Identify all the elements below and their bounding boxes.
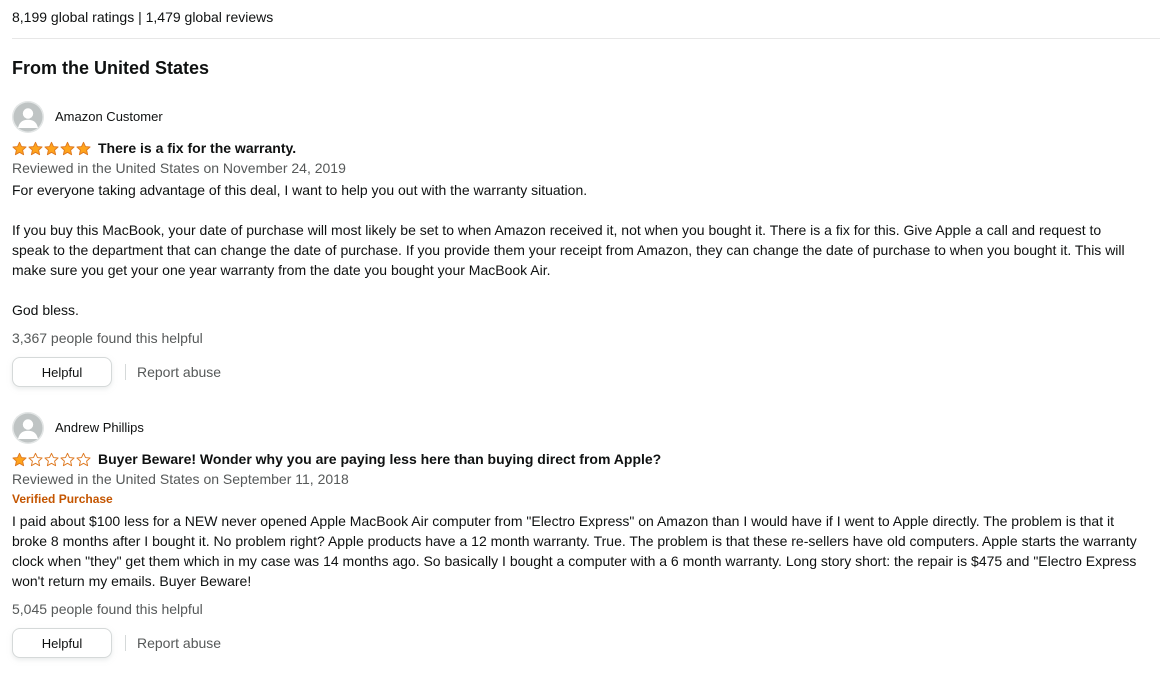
review-title[interactable]: There is a fix for the warranty. bbox=[98, 138, 296, 158]
review-actions: Helpful Report abuse bbox=[12, 357, 1140, 387]
avatar-icon bbox=[12, 101, 44, 133]
review-body: For everyone taking advantage of this de… bbox=[12, 180, 1137, 320]
review: Amazon Customer There is a fix for the w… bbox=[12, 101, 1140, 387]
star-filled-icon bbox=[12, 452, 27, 466]
star-empty-icon bbox=[60, 452, 75, 466]
star-filled-icon bbox=[76, 141, 91, 155]
verified-purchase-badge: Verified Purchase bbox=[12, 492, 113, 506]
review-author[interactable]: Andrew Phillips bbox=[55, 420, 144, 436]
star-filled-icon bbox=[12, 141, 27, 155]
avatar-icon bbox=[12, 412, 44, 444]
section-title: From the United States bbox=[12, 58, 210, 78]
review-paragraph: If you buy this MacBook, your date of pu… bbox=[12, 222, 1125, 278]
review-date: Reviewed in the United States on Novembe… bbox=[12, 160, 346, 176]
star-filled-icon bbox=[28, 141, 43, 155]
reviews-page: 8,199 global ratings | 1,479 global revi… bbox=[0, 0, 1160, 678]
ratings-summary: 8,199 global ratings | 1,479 global revi… bbox=[12, 9, 274, 25]
helpful-count: 5,045 people found this helpful bbox=[12, 601, 203, 617]
helpful-button[interactable]: Helpful bbox=[12, 357, 112, 387]
action-separator bbox=[125, 364, 126, 380]
star-empty-icon bbox=[44, 452, 59, 466]
review-actions: Helpful Report abuse bbox=[12, 628, 1140, 658]
star-empty-icon bbox=[28, 452, 43, 466]
review-author[interactable]: Amazon Customer bbox=[55, 109, 163, 125]
divider bbox=[12, 38, 1160, 39]
star-empty-icon bbox=[76, 452, 91, 466]
star-filled-icon bbox=[44, 141, 59, 155]
star-filled-icon bbox=[60, 141, 75, 155]
review: Andrew Phillips Buyer Beware! Wonder why… bbox=[12, 412, 1140, 658]
review-paragraph: God bless. bbox=[12, 302, 79, 318]
review-profile[interactable]: Amazon Customer bbox=[12, 101, 1140, 133]
report-abuse-link[interactable]: Report abuse bbox=[137, 633, 221, 653]
helpful-count: 3,367 people found this helpful bbox=[12, 330, 203, 346]
review-profile[interactable]: Andrew Phillips bbox=[12, 412, 1140, 444]
star-rating[interactable] bbox=[12, 452, 91, 467]
review-date: Reviewed in the United States on Septemb… bbox=[12, 471, 349, 487]
review-paragraph: For everyone taking advantage of this de… bbox=[12, 182, 588, 198]
review-title[interactable]: Buyer Beware! Wonder why you are paying … bbox=[98, 449, 661, 469]
review-body: I paid about $100 less for a NEW never o… bbox=[12, 511, 1137, 591]
review-paragraph: I paid about $100 less for a NEW never o… bbox=[12, 513, 1137, 589]
helpful-button[interactable]: Helpful bbox=[12, 628, 112, 658]
report-abuse-link[interactable]: Report abuse bbox=[137, 362, 221, 382]
action-separator bbox=[125, 635, 126, 651]
star-rating[interactable] bbox=[12, 141, 91, 156]
